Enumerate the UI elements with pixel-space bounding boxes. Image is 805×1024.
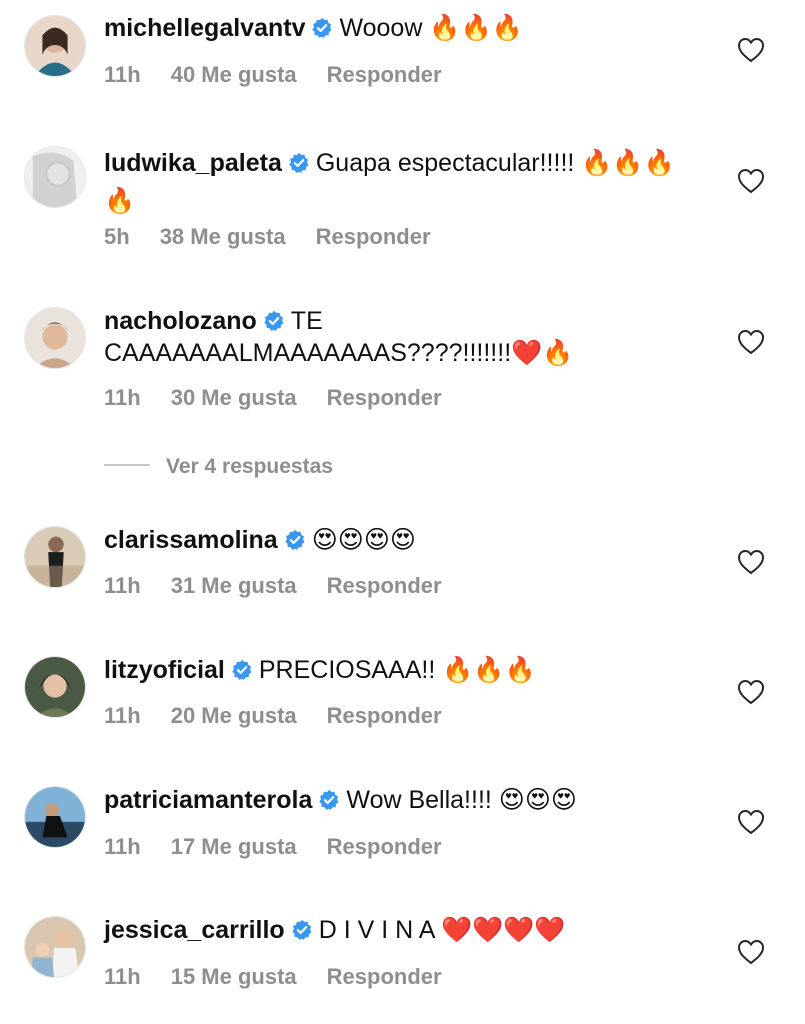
heart-outline-icon[interactable] <box>737 939 765 965</box>
verified-badge-icon <box>284 529 306 551</box>
timestamp: 11h <box>104 385 141 410</box>
comment-text: ludwika_paleta Guapa espectacular!!!!! 🔥🔥… <box>104 144 704 220</box>
username[interactable]: michellegalvantv <box>104 14 305 42</box>
timestamp: 11h <box>104 834 141 859</box>
comment-meta: 11h 40 Me gusta Responder <box>104 62 472 88</box>
comment-body: D I V I N A ❤️❤️❤️❤️ <box>318 916 566 944</box>
username[interactable]: jessica_carrillo <box>104 916 285 944</box>
comment-meta: 11h 15 Me gusta Responder <box>104 964 472 990</box>
timestamp: 11h <box>104 573 141 598</box>
divider <box>104 464 150 466</box>
comment-meta: 5h 38 Me gusta Responder <box>104 224 461 250</box>
username[interactable]: nacholozano <box>104 307 257 335</box>
comment-meta: 11h 31 Me gusta Responder <box>104 573 472 599</box>
comment-body: 😍😍😍😍 <box>311 526 416 554</box>
like-count[interactable]: 38 Me gusta <box>160 224 286 249</box>
avatar[interactable] <box>24 786 86 848</box>
heart-outline-icon[interactable] <box>737 679 765 705</box>
heart-outline-icon[interactable] <box>737 37 765 63</box>
like-count[interactable]: 31 Me gusta <box>171 573 297 598</box>
avatar[interactable] <box>24 526 86 588</box>
username[interactable]: patriciamanterola <box>104 786 312 814</box>
reply-button[interactable]: Responder <box>327 703 442 728</box>
like-count[interactable]: 17 Me gusta <box>171 834 297 859</box>
comment-meta: 11h 17 Me gusta Responder <box>104 834 472 860</box>
timestamp: 5h <box>104 224 130 249</box>
verified-badge-icon <box>288 152 310 174</box>
like-count[interactable]: 30 Me gusta <box>171 385 297 410</box>
timestamp: 11h <box>104 964 141 989</box>
like-count[interactable]: 40 Me gusta <box>171 62 297 87</box>
reply-button[interactable]: Responder <box>327 964 442 989</box>
verified-badge-icon <box>291 919 313 941</box>
verified-badge-icon <box>311 17 333 39</box>
heart-outline-icon[interactable] <box>737 549 765 575</box>
verified-badge-icon <box>263 310 285 332</box>
username[interactable]: litzyoficial <box>104 656 225 684</box>
heart-outline-icon[interactable] <box>737 168 765 194</box>
comment-text: nacholozano TE CAAAAAAALMAAAAAAAS????!!!!… <box>104 305 704 369</box>
comment-text: jessica_carrillo D I V I N A ❤️❤️❤️❤️ <box>104 914 704 946</box>
comment-text: litzyoficial PRECIOSAAA!! 🔥🔥🔥 <box>104 654 704 686</box>
reply-button[interactable]: Responder <box>327 385 442 410</box>
avatar[interactable] <box>24 15 86 77</box>
timestamp: 11h <box>104 703 141 728</box>
avatar[interactable] <box>24 656 86 718</box>
timestamp: 11h <box>104 62 141 87</box>
comment-body: Wooow 🔥🔥🔥 <box>339 14 523 42</box>
reply-button[interactable]: Responder <box>327 834 442 859</box>
comment-meta: 11h 20 Me gusta Responder <box>104 703 472 729</box>
avatar[interactable] <box>24 307 86 369</box>
avatar[interactable] <box>24 146 86 208</box>
view-replies-button[interactable]: Ver 4 respuestas <box>104 455 333 479</box>
comment-body: Wow Bella!!!! 😍😍😍 <box>346 786 577 814</box>
reply-button[interactable]: Responder <box>316 224 431 249</box>
comment-text: clarissamolina 😍😍😍😍 <box>104 524 704 556</box>
username[interactable]: ludwika_paleta <box>104 149 282 177</box>
view-replies-label: Ver 4 respuestas <box>166 455 333 478</box>
comment-text: patriciamanterola Wow Bella!!!! 😍😍😍 <box>104 784 704 816</box>
reply-button[interactable]: Responder <box>327 62 442 87</box>
heart-outline-icon[interactable] <box>737 809 765 835</box>
comment-body: PRECIOSAAA!! 🔥🔥🔥 <box>258 656 536 684</box>
reply-button[interactable]: Responder <box>327 573 442 598</box>
comment-text: michellegalvantv Wooow 🔥🔥🔥 <box>104 12 704 44</box>
verified-badge-icon <box>231 659 253 681</box>
username[interactable]: clarissamolina <box>104 526 278 554</box>
comment-meta: 11h 30 Me gusta Responder <box>104 385 472 411</box>
like-count[interactable]: 20 Me gusta <box>171 703 297 728</box>
heart-outline-icon[interactable] <box>737 329 765 355</box>
avatar[interactable] <box>24 916 86 978</box>
like-count[interactable]: 15 Me gusta <box>171 964 297 989</box>
verified-badge-icon <box>318 789 340 811</box>
